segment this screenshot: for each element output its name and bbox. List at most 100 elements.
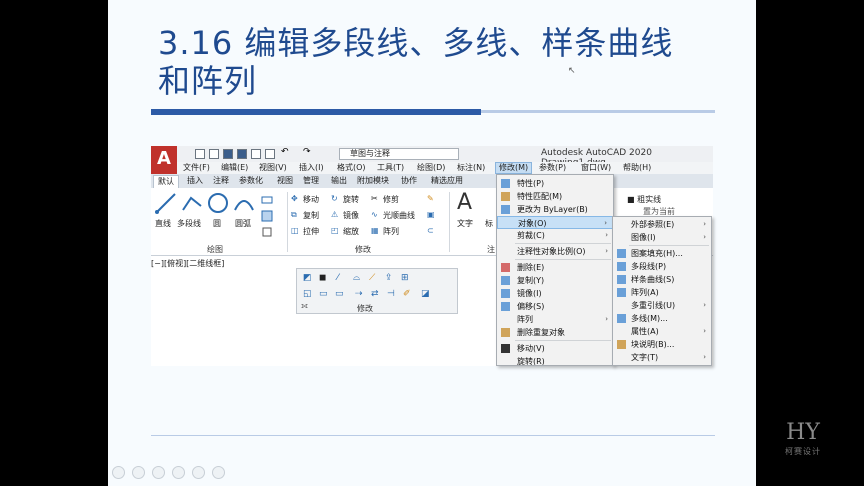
- menu-parametric[interactable]: 参数(P): [539, 162, 566, 174]
- menu-insert[interactable]: 插入(I): [299, 162, 324, 174]
- explode-tool-icon[interactable]: ◪: [421, 289, 432, 300]
- rotate-button[interactable]: 旋转: [343, 194, 359, 205]
- tab-default[interactable]: 默认: [153, 175, 179, 188]
- menu-window[interactable]: 窗口(W): [581, 162, 611, 174]
- menu-item-rotate[interactable]: 旋转(R): [497, 355, 613, 365]
- trim-tool-icon[interactable]: ▭: [335, 289, 346, 300]
- annotation-panel-title[interactable]: 注: [487, 244, 495, 255]
- join-tool-icon[interactable]: ⊣: [387, 289, 398, 300]
- stretch-button[interactable]: 拉伸: [303, 226, 319, 237]
- polyline-icon[interactable]: [181, 192, 203, 214]
- menu-edit[interactable]: 编辑(E): [221, 162, 248, 174]
- text-button[interactable]: 文字: [457, 218, 473, 229]
- erase-icon[interactable]: ✎: [427, 194, 434, 203]
- move-button[interactable]: 移动: [303, 194, 319, 205]
- menu-item-change-bylayer[interactable]: 更改为 ByLayer(B): [497, 203, 613, 216]
- move-tool-icon[interactable]: ⇪: [385, 273, 396, 284]
- menu-modify[interactable]: 修改(M): [495, 162, 533, 174]
- menu-item-object[interactable]: 对象(O) ›: [497, 216, 613, 229]
- submenu-item-text[interactable]: 文字(T) ›: [613, 351, 711, 364]
- circle-button[interactable]: 圆: [213, 218, 221, 229]
- submenu-item-image[interactable]: 图像(I) ›: [613, 231, 711, 244]
- tab-insert[interactable]: 插入: [187, 175, 203, 187]
- menu-item-mirror[interactable]: 镜像(I): [497, 287, 613, 300]
- viewport-controls[interactable]: [−][俯视][二维线框]: [151, 258, 224, 269]
- dimension-button[interactable]: 标: [485, 218, 493, 229]
- plot-icon[interactable]: [265, 149, 275, 159]
- workspace-select[interactable]: 草图与注释: [339, 148, 459, 160]
- menu-item-delete-duplicates[interactable]: 删除重复对象: [497, 326, 613, 339]
- prev-slide-icon[interactable]: [112, 466, 125, 479]
- open-file-icon[interactable]: [209, 149, 219, 159]
- arc-button[interactable]: 圆弧: [235, 218, 251, 229]
- tab-parametric[interactable]: 参数化: [239, 175, 263, 187]
- menu-item-annotative-scale[interactable]: 注释性对象比例(O) ›: [497, 245, 613, 258]
- submenu-item-xref[interactable]: 外部参照(E) ›: [613, 218, 711, 231]
- menu-view[interactable]: 视图(V): [259, 162, 287, 174]
- submenu-item-hatch[interactable]: 图案填充(H)...: [613, 247, 711, 260]
- copy-button[interactable]: 复制: [303, 210, 319, 221]
- undo-icon[interactable]: ↶: [281, 147, 291, 157]
- new-file-icon[interactable]: [195, 149, 205, 159]
- extend-tool-icon[interactable]: ⇢: [355, 289, 366, 300]
- array-button[interactable]: 阵列: [383, 226, 399, 237]
- draw-panel-title[interactable]: 绘图: [207, 244, 223, 255]
- menu-item-array[interactable]: 阵列 ›: [497, 313, 613, 326]
- tab-featured[interactable]: 精选应用: [431, 175, 463, 187]
- tab-collaborate[interactable]: 协作: [401, 175, 417, 187]
- tab-addins[interactable]: 附加模块: [357, 175, 389, 187]
- menu-item-offset[interactable]: 偏移(S): [497, 300, 613, 313]
- menu-dimension[interactable]: 标注(N): [457, 162, 485, 174]
- explode-icon[interactable]: ▣: [427, 210, 435, 219]
- submenu-item-spline[interactable]: 样条曲线(S): [613, 273, 711, 286]
- break-tool-icon[interactable]: ⇄: [371, 289, 382, 300]
- copy-tool-icon[interactable]: ◼: [319, 273, 330, 284]
- menu-draw[interactable]: 绘图(D): [417, 162, 445, 174]
- chamfer-tool-icon[interactable]: ✐: [403, 289, 414, 300]
- menu-format[interactable]: 格式(O): [337, 162, 366, 174]
- line-button[interactable]: 直线: [155, 218, 171, 229]
- next-slide-icon[interactable]: [132, 466, 145, 479]
- tab-annotate[interactable]: 注释: [213, 175, 229, 187]
- stretch-tool-icon[interactable]: ▭: [319, 289, 330, 300]
- zoom-icon[interactable]: [192, 466, 205, 479]
- modify-panel-title[interactable]: 修改: [355, 244, 371, 255]
- submenu-item-multileader[interactable]: 多重引线(U) ›: [613, 299, 711, 312]
- web-mobile-icon[interactable]: [251, 149, 261, 159]
- autocad-logo-icon[interactable]: A: [151, 146, 177, 174]
- offset-tool-icon[interactable]: ⌓: [353, 273, 364, 284]
- toolbar-grip-icon[interactable]: ⟗: [301, 301, 312, 312]
- blend-curves-button[interactable]: 光顺曲线: [383, 210, 415, 221]
- menu-tools[interactable]: 工具(T): [377, 162, 404, 174]
- tab-output[interactable]: 输出: [331, 175, 347, 187]
- menu-item-properties[interactable]: 特性(P): [497, 177, 613, 190]
- menu-item-clip[interactable]: 剪裁(C) ›: [497, 229, 613, 242]
- pen-icon[interactable]: [152, 466, 165, 479]
- scale-button[interactable]: 缩放: [343, 226, 359, 237]
- rectangle-icon[interactable]: [261, 194, 273, 206]
- menu-item-move[interactable]: 移动(V): [497, 342, 613, 355]
- menu-item-copy[interactable]: 复制(Y): [497, 274, 613, 287]
- submenu-item-array[interactable]: 阵列(A): [613, 286, 711, 299]
- hatch-icon[interactable]: [261, 210, 273, 222]
- mirror-tool-icon[interactable]: ⁄: [337, 273, 348, 284]
- line-icon[interactable]: [155, 192, 177, 214]
- trim-button[interactable]: 修剪: [383, 194, 399, 205]
- circle-icon[interactable]: [207, 192, 229, 214]
- menu-help[interactable]: 帮助(H): [623, 162, 651, 174]
- offset-icon[interactable]: ⊂: [427, 226, 434, 235]
- more-options-icon[interactable]: [212, 466, 225, 479]
- submenu-item-block-description[interactable]: 块说明(B)...: [613, 338, 711, 351]
- menu-file[interactable]: 文件(F): [183, 162, 210, 174]
- submenu-item-mline[interactable]: 多线(M)...: [613, 312, 711, 325]
- menu-item-erase[interactable]: 删除(E): [497, 261, 613, 274]
- slides-grid-icon[interactable]: [172, 466, 185, 479]
- mirror-button[interactable]: 镜像: [343, 210, 359, 221]
- scale-tool-icon[interactable]: ◱: [303, 289, 314, 300]
- linetype-select[interactable]: ■ 粗实线: [627, 194, 661, 205]
- save-icon[interactable]: [223, 149, 233, 159]
- erase-tool-icon[interactable]: ◩: [303, 273, 314, 284]
- save-as-icon[interactable]: [237, 149, 247, 159]
- tab-view[interactable]: 视图: [277, 175, 293, 187]
- submenu-item-polyline[interactable]: 多段线(P): [613, 260, 711, 273]
